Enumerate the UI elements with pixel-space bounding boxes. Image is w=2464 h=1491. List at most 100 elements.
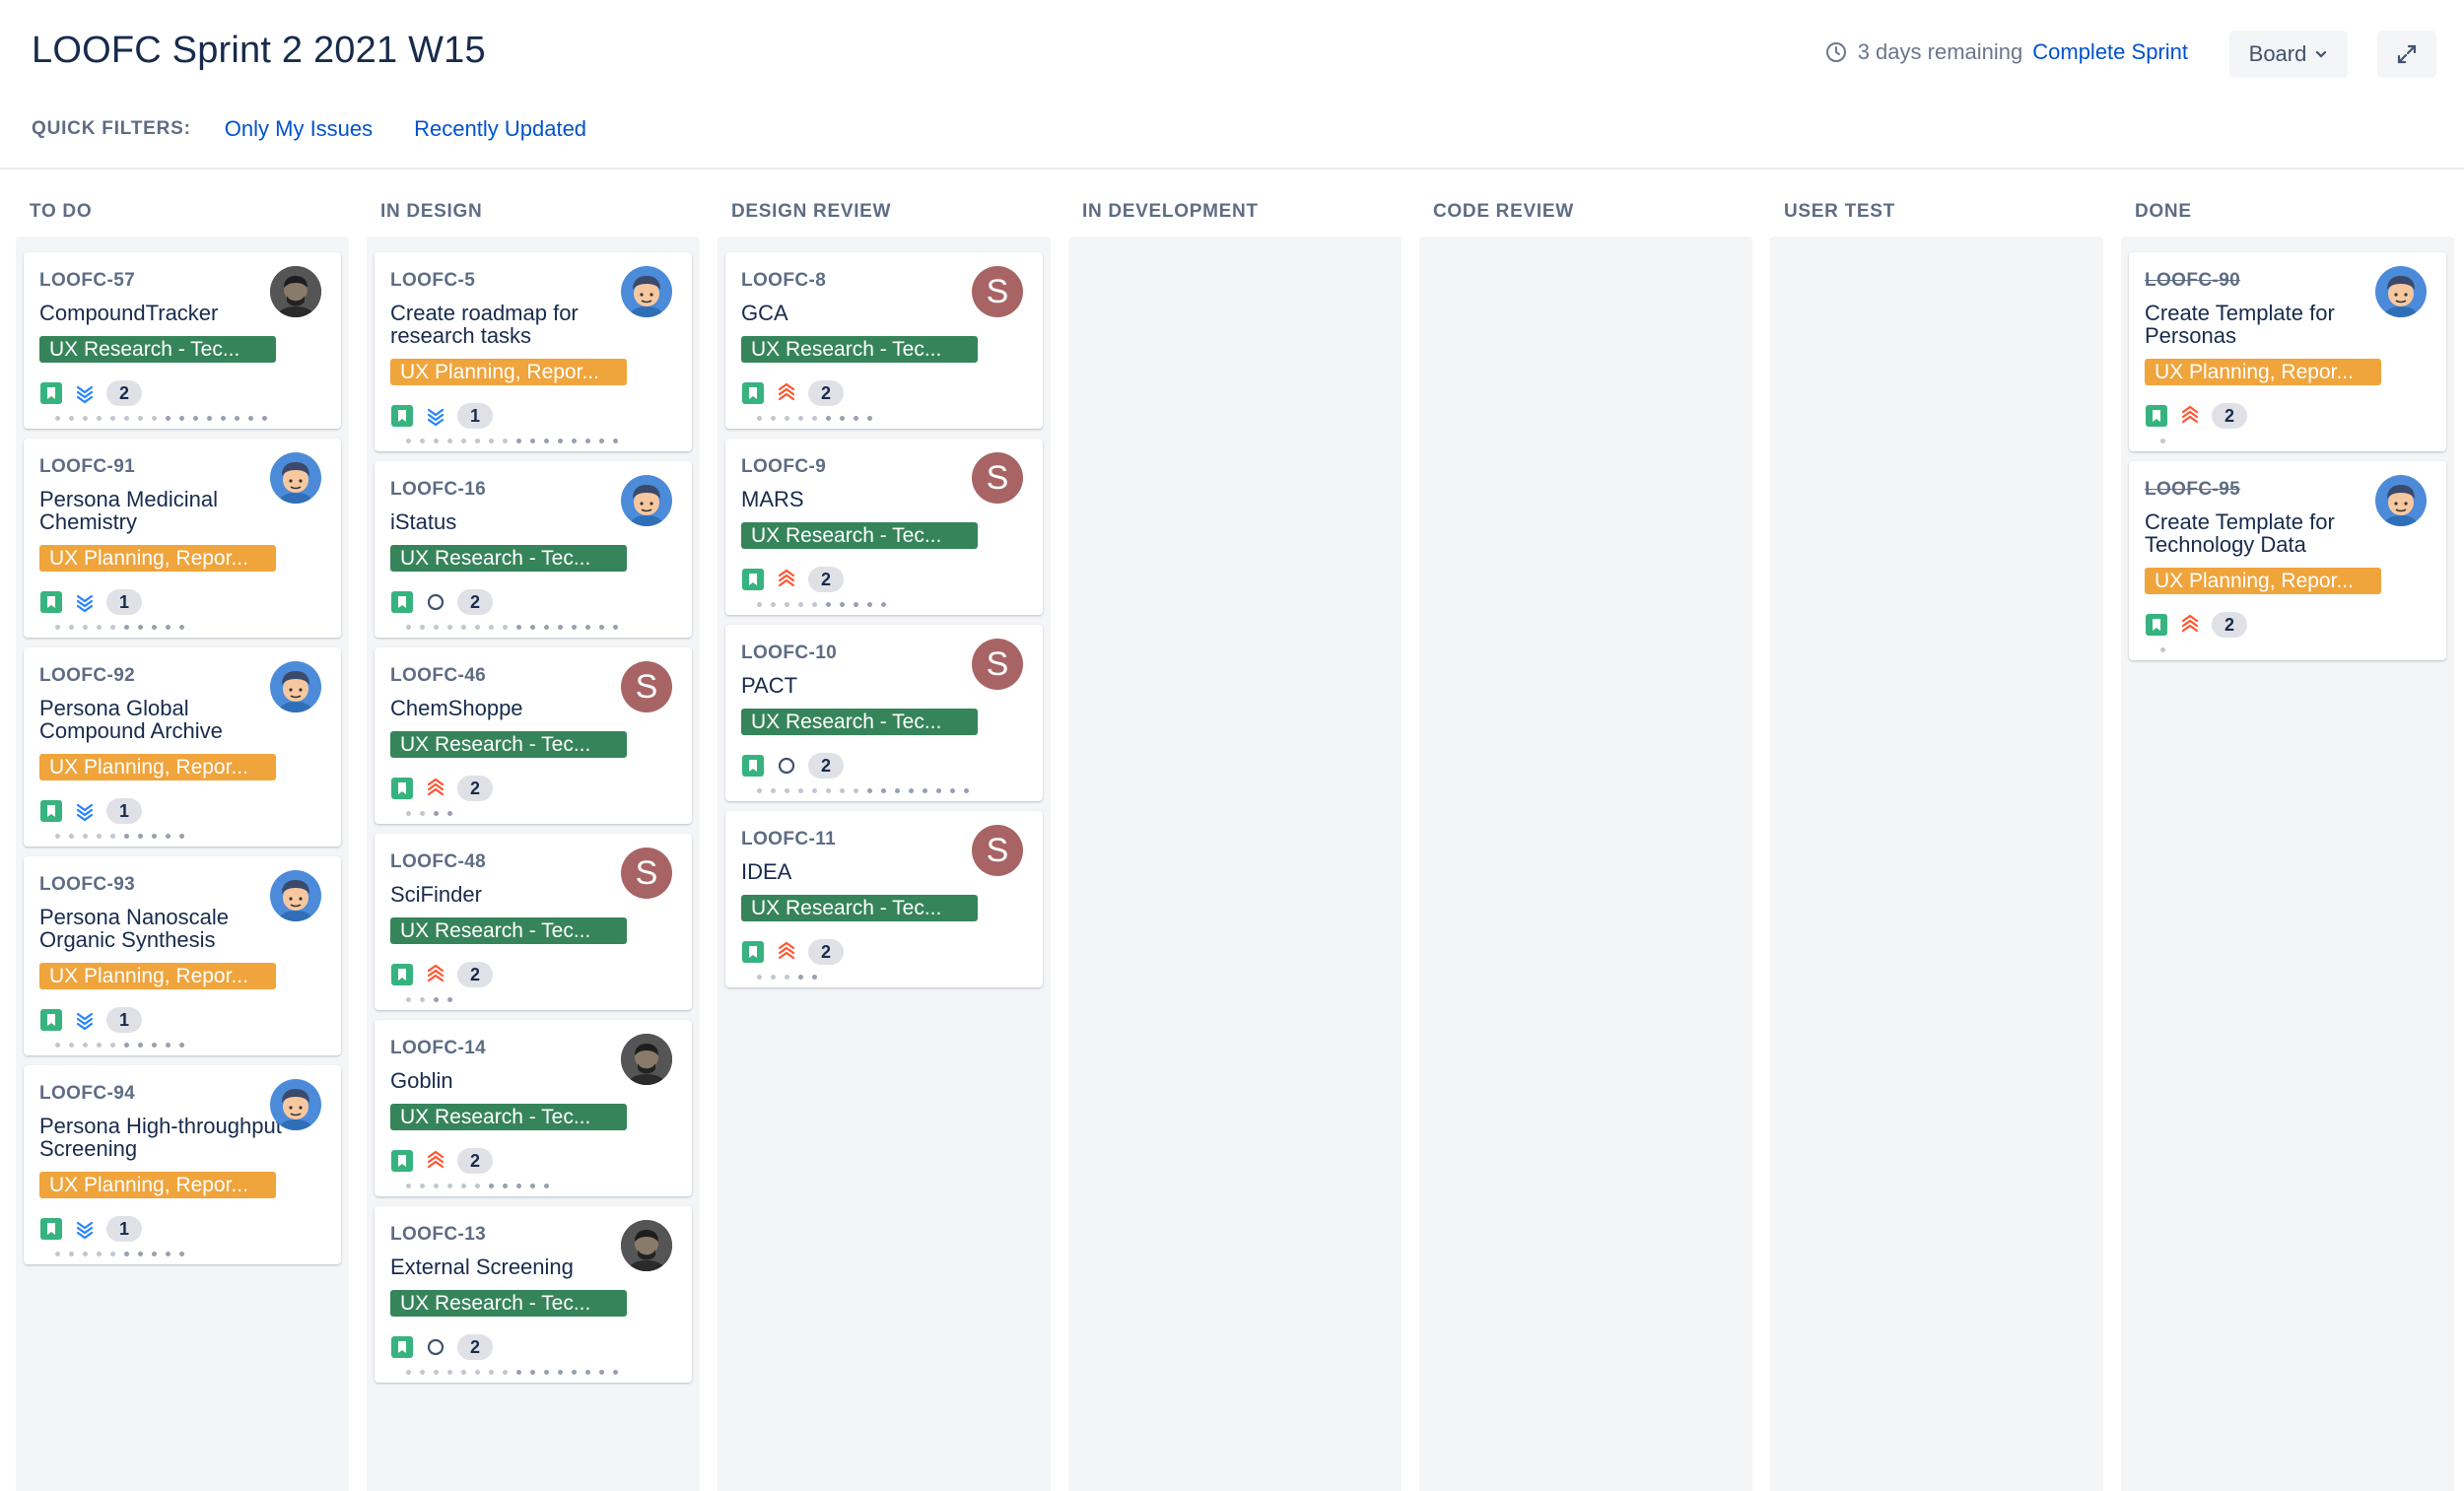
day-dot [771, 787, 776, 793]
day-dot [798, 415, 803, 421]
day-dot [475, 438, 480, 443]
day-dot [207, 415, 212, 421]
issue-summary: IDEA [741, 859, 792, 884]
avatar-blue [2375, 475, 2427, 526]
story-points-badge: 1 [457, 403, 493, 429]
avatar-photo [621, 1034, 672, 1085]
day-dot [55, 1042, 60, 1048]
day-dot [771, 601, 776, 607]
issue-card[interactable]: LOOFC-8 GCA UX Research - Tec... 2 S [725, 252, 1043, 429]
issue-card[interactable]: LOOFC-13 External Screening UX Research - … [375, 1206, 692, 1383]
issue-card[interactable]: LOOFC-48 SciFinder UX Research - Tec... 2 S [375, 834, 692, 1010]
story-bookmark-icon [391, 1336, 413, 1358]
card-footer: 2 [741, 379, 1027, 407]
story-points-badge: 2 [457, 1148, 493, 1174]
column-body[interactable]: LOOFC-57 CompoundTracker UX Research - Tec… [16, 237, 349, 1491]
issue-card[interactable]: LOOFC-94 Persona High-throughput Screenin… [24, 1065, 341, 1264]
day-dot [461, 624, 466, 630]
day-dot [83, 415, 88, 421]
epic-label: UX Research - Tec... [390, 1290, 627, 1317]
day-dot [812, 415, 817, 421]
issue-card[interactable]: LOOFC-91 Persona Medicinal Chemistry UX Pl… [24, 439, 341, 638]
day-dot [585, 1369, 590, 1375]
avatar-photo [270, 266, 321, 317]
priority-highest-icon [427, 964, 445, 983]
day-dot [785, 974, 789, 980]
chevron-down-icon [2316, 50, 2327, 58]
fullscreen-button[interactable] [2377, 31, 2436, 78]
issue-card[interactable]: LOOFC-5 Create roadmap for research tasks… [375, 252, 692, 451]
epic-label: UX Research - Tec... [741, 522, 978, 549]
issue-card[interactable]: LOOFC-10 PACT UX Research - Tec... 2 S [725, 625, 1043, 801]
card-footer: 2 [741, 566, 1027, 593]
issue-card[interactable]: LOOFC-11 IDEA UX Research - Tec... 2 S [725, 811, 1043, 987]
day-dot [854, 601, 858, 607]
issue-card[interactable]: LOOFC-14 Goblin UX Research - Tec... 2 [375, 1020, 692, 1196]
board-dropdown-button[interactable]: Board [2229, 31, 2348, 78]
column-body[interactable]: LOOFC-8 GCA UX Research - Tec... 2 S LOOFC-9 M… [718, 237, 1051, 1491]
day-dot [475, 1183, 480, 1188]
issue-summary: ChemShoppe [390, 696, 523, 720]
days-in-column-dots [741, 407, 1027, 429]
day-dot [152, 833, 157, 839]
issue-summary: Persona High-throughput Screening [39, 1114, 282, 1161]
issue-summary: CompoundTracker [39, 301, 219, 325]
board-column: USER TEST [1770, 187, 2103, 1491]
column-body[interactable]: LOOFC-90 Create Template for Personas UX P… [2121, 237, 2454, 1491]
column-body[interactable] [1068, 237, 1402, 1491]
priority-highest-icon [427, 778, 445, 796]
column-header: TO DO [30, 201, 93, 222]
avatar-blue [270, 1079, 321, 1130]
day-dot [771, 415, 776, 421]
column-body[interactable] [1419, 237, 1752, 1491]
epic-label: UX Planning, Repor... [390, 359, 627, 385]
day-dot [179, 833, 184, 839]
column-body[interactable]: LOOFC-5 Create roadmap for research tasks… [367, 237, 700, 1491]
sprint-board-page: LOOFC Sprint 2 2021 W15 3 days remaining… [0, 0, 2464, 1491]
day-dot [97, 1042, 102, 1048]
day-dot [110, 1042, 115, 1048]
issue-card[interactable]: LOOFC-92 Persona Global Compound Archive U… [24, 647, 341, 847]
issue-card[interactable]: LOOFC-9 MARS UX Research - Tec... 2 S [725, 439, 1043, 615]
day-dot [867, 787, 872, 793]
issue-card[interactable]: LOOFC-57 CompoundTracker UX Research - Tec… [24, 252, 341, 429]
day-dot [572, 438, 577, 443]
day-dot [516, 1183, 521, 1188]
day-dot [909, 787, 914, 793]
board-dropdown-label: Board [2248, 41, 2307, 66]
story-points-badge: 2 [457, 776, 493, 801]
day-dot [854, 787, 858, 793]
filter-only-my-issues[interactable]: Only My Issues [225, 116, 373, 142]
priority-highest-icon [778, 382, 795, 401]
issue-card[interactable]: LOOFC-90 Create Template for Personas UX P… [2129, 252, 2446, 451]
story-points-badge: 2 [808, 753, 844, 779]
story-points-badge: 2 [457, 589, 493, 615]
day-dot [166, 1042, 171, 1048]
day-dot [69, 1251, 74, 1256]
issue-card[interactable]: LOOFC-93 Persona Nanoscale Organic Synthe… [24, 856, 341, 1055]
card-footer: 1 [39, 1215, 325, 1243]
issue-card[interactable]: LOOFC-95 Create Template for Technology D… [2129, 461, 2446, 660]
story-bookmark-icon [742, 941, 764, 963]
day-dot [248, 415, 253, 421]
issue-summary: Persona Nanoscale Organic Synthesis [39, 905, 230, 952]
day-dot [406, 996, 411, 1002]
day-dot [55, 415, 60, 421]
day-dot [152, 1251, 157, 1256]
day-dot [489, 1369, 494, 1375]
epic-label: UX Research - Tec... [390, 545, 627, 572]
issue-card[interactable]: LOOFC-46 ChemShoppe UX Research - Tec... 2 S [375, 647, 692, 824]
epic-label: UX Research - Tec... [741, 895, 978, 921]
day-dot [69, 624, 74, 630]
clock-icon [1825, 42, 1846, 62]
filter-recently-updated[interactable]: Recently Updated [414, 116, 586, 142]
day-dot [785, 415, 789, 421]
days-in-column-dots [390, 1175, 676, 1196]
column-body[interactable] [1770, 237, 2103, 1491]
story-bookmark-icon [40, 1218, 62, 1240]
issue-card[interactable]: LOOFC-16 iStatus UX Research - Tec... 2 [375, 461, 692, 638]
day-dot [124, 1042, 129, 1048]
day-dot [179, 624, 184, 630]
complete-sprint-link[interactable]: Complete Sprint [2032, 39, 2188, 65]
epic-label: UX Planning, Repor... [39, 754, 276, 780]
